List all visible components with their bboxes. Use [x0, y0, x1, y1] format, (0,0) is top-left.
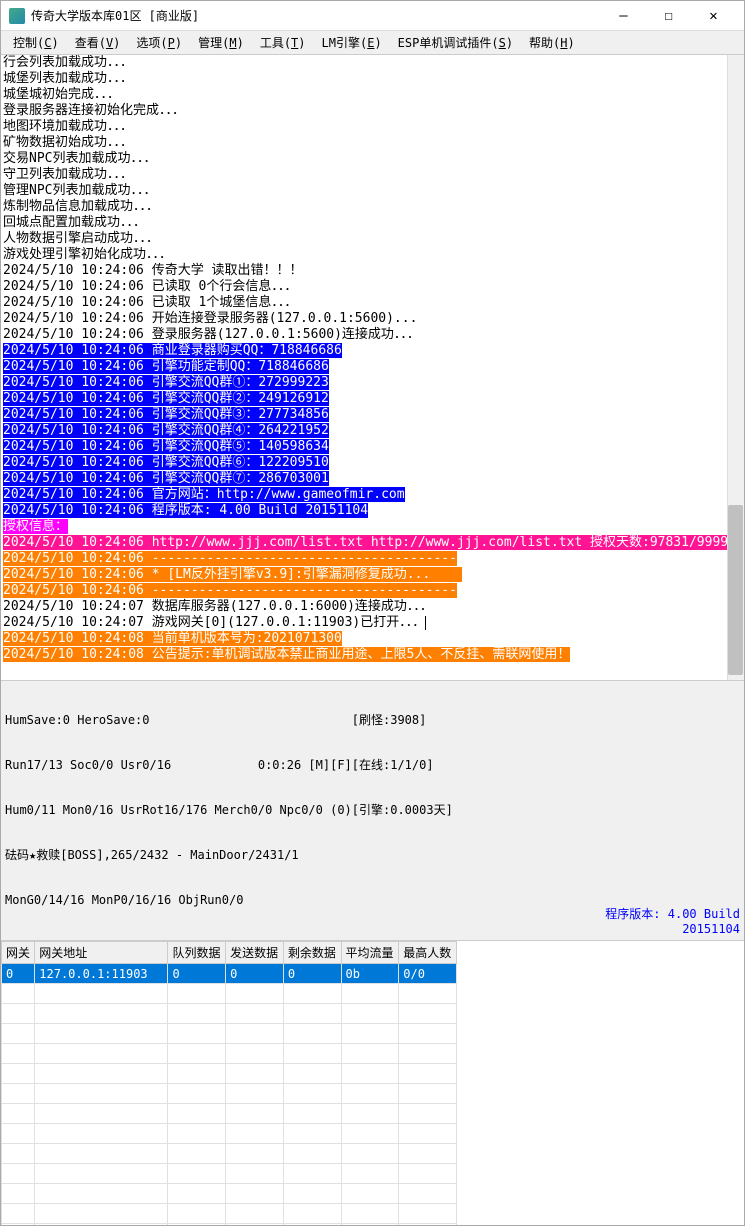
log-line: 游戏处理引擎初始化成功．．． [1, 247, 744, 263]
status-boss: 砝码★救赎[BOSS],265/2432 - MainDoor/2431/1 [5, 848, 352, 863]
log-line: 登录服务器连接初始化完成．．． [1, 103, 744, 119]
menu-e[interactable]: LM引擎(E) [314, 31, 390, 54]
app-icon [9, 8, 25, 24]
gateway-table-area[interactable]: 网关网关地址队列数据发送数据剩余数据平均流量最高人数 0127.0.0.1:11… [1, 941, 744, 1225]
status-left: HumSave:0 HeroSave:0 Run17/13 Soc0/0 Usr… [5, 683, 352, 938]
table-row[interactable] [2, 1144, 457, 1164]
log-line: 2024/5/10 10:24:07 游戏网关[0](127.0.0.1:119… [1, 615, 744, 631]
menu-p[interactable]: 选项(P) [128, 31, 190, 54]
col-header[interactable]: 最高人数 [399, 942, 457, 964]
main-window: 传奇大学版本库01区 [商业版] — ☐ ✕ 控制(C)查看(V)选项(P)管理… [0, 0, 745, 1226]
log-line: 2024/5/10 10:24:06 引擎交流QQ群②：249126912 [1, 391, 744, 407]
table-row[interactable] [2, 1184, 457, 1204]
table-row[interactable]: 0127.0.0.1:119030000b0/0 [2, 964, 457, 984]
minimize-button[interactable]: — [601, 2, 646, 30]
log-line: 2024/5/10 10:24:06 ---------------------… [1, 551, 744, 567]
col-header[interactable]: 队列数据 [168, 942, 226, 964]
log-line: 2024/5/10 10:24:06 引擎功能定制QQ：718846686 [1, 359, 744, 375]
menubar: 控制(C)查看(V)选项(P)管理(M)工具(T)LM引擎(E)ESP单机调试插… [1, 31, 744, 55]
log-line: 2024/5/10 10:24:06 ---------------------… [1, 583, 744, 599]
status-mong: MonG0/14/16 MonP0/16/16 ObjRun0/0 [5, 893, 352, 908]
log-line: 矿物数据初始成功．．． [1, 135, 744, 151]
menu-h[interactable]: 帮助(H) [521, 31, 583, 54]
table-row[interactable] [2, 1024, 457, 1044]
log-line: 2024/5/10 10:24:06 已读取 0个行会信息．．． [1, 279, 744, 295]
maximize-button[interactable]: ☐ [646, 2, 691, 30]
log-line: 2024/5/10 10:24:06 * [LM反外挂引擎v3.9]:引擎漏洞修… [1, 567, 744, 583]
table-row[interactable] [2, 984, 457, 1004]
log-line: 2024/5/10 10:24:06 引擎交流QQ群④：264221952 [1, 423, 744, 439]
log-line: 2024/5/10 10:24:06 引擎交流QQ群⑦：286703001 [1, 471, 744, 487]
log-line: 2024/5/10 10:24:06 引擎交流QQ群⑥：122209510 [1, 455, 744, 471]
table-row[interactable] [2, 1004, 457, 1024]
log-line: 2024/5/10 10:24:06 传奇大学 读取出错！！！ [1, 263, 744, 279]
menu-s[interactable]: ESP单机调试插件(S) [390, 31, 521, 54]
log-line: 2024/5/10 10:24:06 http://www.jjj.com/li… [1, 535, 744, 551]
log-line: 2024/5/10 10:24:06 引擎交流QQ群⑤：140598634 [1, 439, 744, 455]
log-line: 行会列表加载成功．．． [1, 55, 744, 71]
table-row[interactable] [2, 1084, 457, 1104]
menu-t[interactable]: 工具(T) [252, 31, 314, 54]
status-online: [在线:1/1/0] [352, 758, 552, 773]
status-mid: [刷怪:3908] [在线:1/1/0] [引擎:0.0003天] [352, 683, 552, 938]
table-row[interactable] [2, 1224, 457, 1226]
status-run: Run17/13 Soc0/0 Usr0/16 0:0:26 [M][F] [5, 758, 352, 773]
log-line: 回城点配置加载成功．．． [1, 215, 744, 231]
log-line: 授权信息： [1, 519, 744, 535]
titlebar[interactable]: 传奇大学版本库01区 [商业版] — ☐ ✕ [1, 1, 744, 31]
log-line: 交易NPC列表加载成功．．． [1, 151, 744, 167]
log-line: 地图环境加载成功．．． [1, 119, 744, 135]
col-header[interactable]: 发送数据 [226, 942, 284, 964]
status-spawn: [刷怪:3908] [352, 713, 552, 728]
log-line: 2024/5/10 10:24:08 当前单机版本号为:2021071300 [1, 631, 744, 647]
table-row[interactable] [2, 1204, 457, 1224]
log-line: 守卫列表加载成功．．． [1, 167, 744, 183]
col-header[interactable]: 平均流量 [341, 942, 399, 964]
log-line: 2024/5/10 10:24:06 商业登录器购买QQ：718846686 [1, 343, 744, 359]
menu-m[interactable]: 管理(M) [190, 31, 252, 54]
status-engine: [引擎:0.0003天] [352, 803, 552, 818]
log-line: 2024/5/10 10:24:08 公告提示:单机调试版本禁止商业用途、上限5… [1, 647, 744, 663]
status-version: 程序版本: 4.00 Build 20151104 [552, 905, 740, 938]
gateway-table: 网关网关地址队列数据发送数据剩余数据平均流量最高人数 0127.0.0.1:11… [1, 941, 457, 1225]
log-line: 城堡列表加载成功．．． [1, 71, 744, 87]
log-line: 2024/5/10 10:24:06 引擎交流QQ群①：272999223 [1, 375, 744, 391]
log-line: 2024/5/10 10:24:06 程序版本: 4.00 Build 2015… [1, 503, 744, 519]
scrollbar-thumb[interactable] [728, 505, 743, 675]
table-row[interactable] [2, 1124, 457, 1144]
status-humsave: HumSave:0 HeroSave:0 [5, 713, 352, 728]
log-line: 城堡城初始完成．．． [1, 87, 744, 103]
col-header[interactable]: 网关地址 [35, 942, 168, 964]
col-header[interactable]: 网关 [2, 942, 35, 964]
log-line: 2024/5/10 10:24:06 登录服务器(127.0.0.1:5600)… [1, 327, 744, 343]
log-line: 2024/5/10 10:24:07 数据库服务器(127.0.0.1:6000… [1, 599, 744, 615]
table-row[interactable] [2, 1104, 457, 1124]
log-line: 2024/5/10 10:24:06 开始连接登录服务器(127.0.0.1:5… [1, 311, 744, 327]
log-line: 人物数据引擎启动成功．．． [1, 231, 744, 247]
log-line: 2024/5/10 10:24:06 引擎交流QQ群③：277734856 [1, 407, 744, 423]
log-line: 2024/5/10 10:24:06 官方网站：http://www.gameo… [1, 487, 744, 503]
close-button[interactable]: ✕ [691, 2, 736, 30]
table-row[interactable] [2, 1164, 457, 1184]
menu-c[interactable]: 控制(C) [5, 31, 67, 54]
log-line: 2024/5/10 10:24:06 已读取 1个城堡信息．．． [1, 295, 744, 311]
log-line: 炼制物品信息加载成功．．． [1, 199, 744, 215]
status-hum: Hum0/11 Mon0/16 UsrRot16/176 Merch0/0 Np… [5, 803, 352, 818]
window-title: 传奇大学版本库01区 [商业版] [31, 7, 601, 24]
log-line: 管理NPC列表加载成功．．． [1, 183, 744, 199]
table-row[interactable] [2, 1044, 457, 1064]
table-row[interactable] [2, 1064, 457, 1084]
col-header[interactable]: 剩余数据 [283, 942, 341, 964]
menu-v[interactable]: 查看(V) [67, 31, 129, 54]
log-area[interactable]: 行会列表加载成功．．．城堡列表加载成功．．．城堡城初始完成．．．登录服务器连接初… [1, 55, 744, 680]
status-bar: HumSave:0 HeroSave:0 Run17/13 Soc0/0 Usr… [1, 680, 744, 941]
log-scrollbar[interactable] [727, 55, 744, 680]
